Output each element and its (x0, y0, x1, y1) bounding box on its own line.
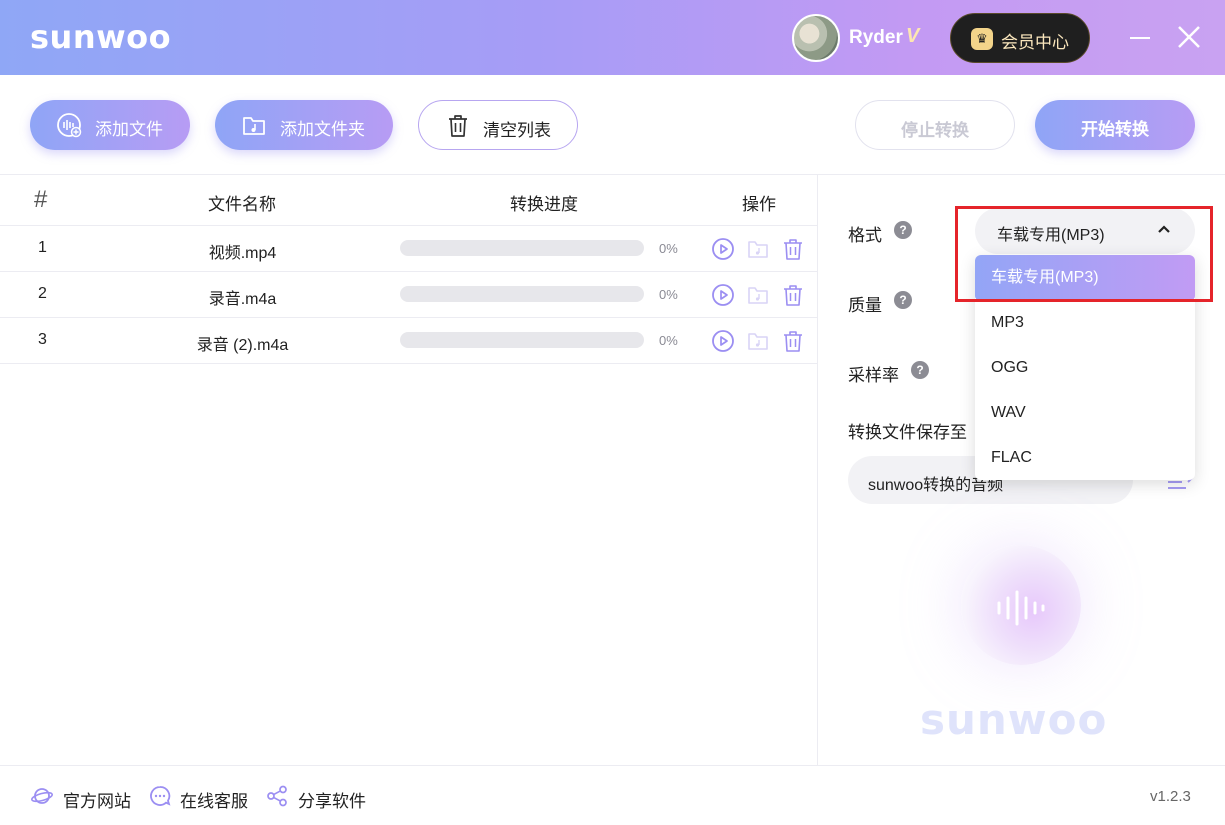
avatar[interactable] (792, 14, 840, 62)
clear-list-button[interactable]: 清空列表 (418, 100, 578, 150)
close-button[interactable] (1176, 24, 1202, 50)
open-folder-icon[interactable] (746, 237, 770, 261)
row-index: 2 (38, 285, 47, 302)
format-option-wav[interactable]: WAV (975, 390, 1195, 435)
play-icon[interactable] (711, 329, 735, 353)
app-logo: sunwoo (30, 18, 172, 56)
title-bar: sunwoo Ryder V ♛ 会员中心 (0, 0, 1225, 75)
planet-icon[interactable] (31, 785, 53, 807)
vip-badge: V (906, 25, 920, 47)
share-icon[interactable] (266, 785, 288, 807)
play-icon[interactable] (711, 283, 735, 307)
delete-icon[interactable] (781, 237, 805, 261)
format-option-flac[interactable]: FLAC (975, 435, 1195, 480)
start-convert-button[interactable]: 开始转换 (1035, 100, 1195, 150)
delete-icon[interactable] (781, 329, 805, 353)
start-convert-label: 开始转换 (1081, 120, 1149, 139)
add-file-label: 添加文件 (95, 120, 163, 139)
row-file-name: 录音 (2).m4a (196, 337, 289, 354)
add-file-button[interactable]: 添加文件 (30, 100, 190, 150)
stop-convert-button[interactable]: 停止转换 (855, 100, 1015, 150)
row-file-name: 视频.mp4 (208, 245, 277, 262)
progress-bar (400, 332, 644, 348)
open-folder-icon[interactable] (746, 283, 770, 307)
online-support-link[interactable]: 在线客服 (180, 787, 248, 812)
save-to-label: 转换文件保存至 (848, 423, 967, 442)
vip-center-label: 会员中心 (1001, 33, 1069, 52)
footer-divider (0, 765, 1225, 766)
open-folder-icon[interactable] (746, 329, 770, 353)
username[interactable]: Ryder (849, 27, 903, 49)
add-audio-icon (57, 113, 82, 138)
sample-rate-help-icon[interactable]: ? (911, 361, 929, 379)
header-file-name: 文件名称 (208, 195, 276, 214)
progress-percent: 0% (659, 287, 678, 302)
soundwave-icon (997, 590, 1045, 626)
table-row[interactable]: 3 录音 (2).m4a 0% (0, 318, 817, 364)
row-index: 3 (38, 331, 47, 348)
toolbar-divider (0, 174, 1225, 175)
stop-convert-label: 停止转换 (901, 121, 969, 140)
watermark-logo: sunwoo (920, 695, 1108, 744)
progress-bar (400, 286, 644, 302)
row-file-name: 录音.m4a (208, 291, 277, 308)
quality-help-icon[interactable]: ? (894, 291, 912, 309)
version-label: v1.2.3 (1150, 788, 1191, 805)
format-option-mp3[interactable]: MP3 (975, 300, 1195, 345)
delete-icon[interactable] (781, 283, 805, 307)
crown-icon: ♛ (971, 28, 993, 50)
vip-center-button[interactable]: ♛ 会员中心 (950, 13, 1090, 63)
format-help-icon[interactable]: ? (894, 221, 912, 239)
annotation-highlight (955, 206, 1213, 302)
table-row[interactable]: 1 视频.mp4 0% (0, 226, 817, 272)
quality-label: 质量 (848, 296, 882, 315)
sample-rate-label: 采样率 (848, 366, 899, 385)
table-row[interactable]: 2 录音.m4a 0% (0, 272, 817, 318)
add-folder-label: 添加文件夹 (280, 120, 365, 139)
format-label: 格式 (848, 226, 882, 245)
add-folder-button[interactable]: 添加文件夹 (215, 100, 393, 150)
progress-percent: 0% (659, 333, 678, 348)
header-progress: 转换进度 (510, 195, 578, 214)
header-index: # (34, 186, 48, 213)
minimize-button[interactable] (1128, 22, 1152, 52)
share-software-link[interactable]: 分享软件 (298, 787, 366, 812)
format-option-ogg[interactable]: OGG (975, 345, 1195, 390)
header-actions: 操作 (742, 195, 776, 214)
row-index: 1 (38, 239, 47, 256)
play-icon[interactable] (711, 237, 735, 261)
close-icon (1178, 26, 1200, 48)
music-folder-icon (243, 117, 265, 135)
progress-bar (400, 240, 644, 256)
clear-list-label: 清空列表 (483, 121, 551, 140)
official-website-link[interactable]: 官方网站 (63, 787, 131, 812)
chat-icon[interactable] (149, 785, 171, 807)
progress-percent: 0% (659, 241, 678, 256)
panel-divider (817, 175, 818, 765)
trash-icon (449, 115, 467, 137)
